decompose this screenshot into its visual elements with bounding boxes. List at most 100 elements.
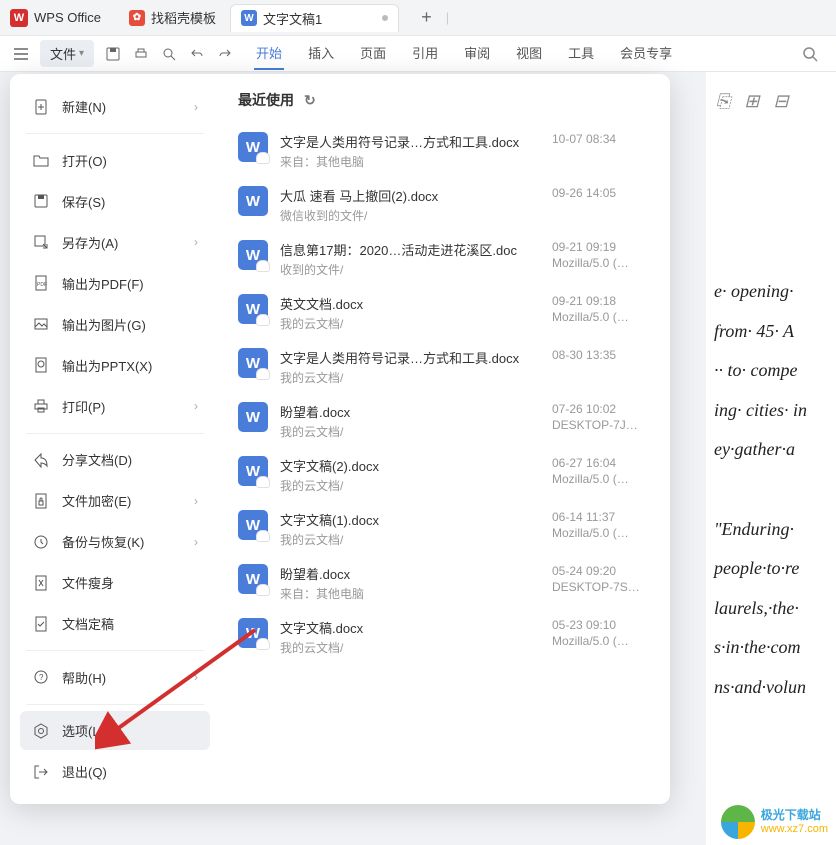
recent-file-item[interactable]: W盼望着.docx我的云文档/07-26 10:02DESKTOP-7J… [238, 394, 652, 448]
file-menu-item-pptx[interactable]: 输出为PPTX(X) [20, 346, 210, 385]
word-file-icon: W [238, 510, 268, 540]
file-menu-item-exit[interactable]: 退出(Q) [20, 752, 210, 791]
file-time: 06-27 16:04 [552, 456, 652, 470]
document-text-line: from· 45· A [714, 312, 836, 352]
file-menu-item-save[interactable]: 保存(S) [20, 182, 210, 221]
redo-icon[interactable] [216, 45, 234, 63]
file-time: 07-26 10:02 [552, 402, 652, 416]
ribbon-tab-1[interactable]: 插入 [306, 37, 336, 70]
menu-item-label: 文件瘦身 [62, 573, 114, 592]
chevron-down-icon: ▾ [79, 48, 84, 59]
ribbon-tab-4[interactable]: 审阅 [462, 37, 492, 70]
print-quick-icon[interactable] [132, 45, 150, 63]
chevron-right-icon: › [194, 494, 198, 508]
svg-text:?: ? [39, 673, 44, 682]
undo-icon[interactable] [188, 45, 206, 63]
file-menu-item-new[interactable]: 新建(N)› [20, 87, 210, 126]
file-device: Mozilla/5.0 (… [552, 634, 652, 648]
ribbon-tab-7[interactable]: 会员专享 [618, 37, 674, 70]
recent-file-item[interactable]: W信息第17期：2020…活动走进花溪区.doc收到的文件/09-21 09:1… [238, 232, 652, 286]
ruler-icons: ⎘⊞⊟ [706, 82, 836, 106]
menu-item-label: 输出为图片(G) [62, 315, 146, 334]
file-menu-item-image[interactable]: 输出为图片(G) [20, 305, 210, 344]
file-menu-item-open[interactable]: 打开(O) [20, 141, 210, 180]
ribbon-tab-5[interactable]: 视图 [514, 37, 544, 70]
file-menu-item-encrypt[interactable]: 文件加密(E)› [20, 481, 210, 520]
word-file-icon: W [238, 186, 268, 216]
file-menu-item-print[interactable]: 打印(P)› [20, 387, 210, 426]
file-name: 大瓜 速看 马上撤回(2).docx [280, 186, 552, 205]
file-device: Mozilla/5.0 (… [552, 526, 652, 540]
file-menu-item-slim[interactable]: 文件瘦身 [20, 563, 210, 602]
folder-open-icon [32, 151, 50, 169]
recent-files-pane: 最近使用 ↻ W文字是人类用符号记录…方式和工具.docx来自：其他电脑10-0… [220, 74, 670, 804]
file-name: 英文文档.docx [280, 294, 552, 313]
document-text-line: "Enduring· [714, 510, 836, 550]
file-menu-item-backup[interactable]: 备份与恢复(K)› [20, 522, 210, 561]
template-icon: ✿ [129, 10, 145, 26]
pptx-export-icon [32, 356, 50, 374]
preview-quick-icon[interactable] [160, 45, 178, 63]
ribbon-tab-6[interactable]: 工具 [566, 37, 596, 70]
file-time: 09-21 09:19 [552, 240, 652, 254]
gear-hex-icon [32, 722, 50, 740]
recent-file-item[interactable]: W文字文稿(2).docx我的云文档/06-27 16:04Mozilla/5.… [238, 448, 652, 502]
title-bar: W WPS Office ✿ 找稻壳模板 W 文字文稿1 + | [0, 0, 836, 36]
document-text-line: ·· to· compe [714, 351, 836, 391]
menu-item-label: 另存为(A) [62, 233, 118, 252]
file-source: 我的云文档/ [280, 423, 552, 440]
hamburger-icon[interactable] [8, 44, 34, 64]
file-name: 盼望着.docx [280, 402, 552, 421]
logout-icon [32, 763, 50, 781]
ribbon-tab-0[interactable]: 开始 [254, 37, 284, 70]
file-menu-item-pdf[interactable]: PDF输出为PDF(F) [20, 264, 210, 303]
printer-icon [32, 397, 50, 415]
refresh-icon[interactable]: ↻ [304, 92, 316, 109]
file-device: DESKTOP-7S… [552, 580, 652, 594]
word-file-icon: W [238, 456, 268, 486]
recent-file-item[interactable]: W文字是人类用符号记录…方式和工具.docx我的云文档/08-30 13:35 [238, 340, 652, 394]
word-file-icon: W [238, 294, 268, 324]
document-text-line: ing· cities· in [714, 391, 836, 431]
file-menu-panel: 新建(N)›打开(O)保存(S)另存为(A)›PDF输出为PDF(F)输出为图片… [10, 74, 670, 804]
image-export-icon [32, 315, 50, 333]
file-menu-list: 新建(N)›打开(O)保存(S)另存为(A)›PDF输出为PDF(F)输出为图片… [10, 74, 220, 804]
word-file-icon: W [238, 240, 268, 270]
file-time: 09-26 14:05 [552, 186, 652, 200]
recent-file-item[interactable]: W文字文稿.docx我的云文档/05-23 09:10Mozilla/5.0 (… [238, 610, 652, 664]
tab-templates[interactable]: ✿ 找稻壳模板 [119, 4, 226, 32]
add-tab-button[interactable]: + [413, 7, 440, 28]
recent-file-item[interactable]: W文字是人类用符号记录…方式和工具.docx来自：其他电脑10-07 08:34 [238, 124, 652, 178]
recent-file-item[interactable]: W英文文档.docx我的云文档/09-21 09:18Mozilla/5.0 (… [238, 286, 652, 340]
recent-file-item[interactable]: W盼望着.docx来自：其他电脑05-24 09:20DESKTOP-7S… [238, 556, 652, 610]
file-name: 信息第17期：2020…活动走进花溪区.doc [280, 240, 552, 259]
question-circle-icon: ? [32, 668, 50, 686]
ribbon-tab-2[interactable]: 页面 [358, 37, 388, 70]
chevron-right-icon: › [194, 670, 198, 684]
file-source: 我的云文档/ [280, 315, 552, 332]
menu-item-label: 选项(L) [62, 721, 104, 740]
floppy-arrow-icon [32, 233, 50, 251]
share-icon [32, 451, 50, 469]
document-text-line: ey·gather·a [714, 430, 836, 470]
clock-restore-icon [32, 533, 50, 551]
file-time: 08-30 13:35 [552, 348, 652, 362]
watermark-logo-icon [721, 805, 755, 839]
menu-separator [26, 704, 204, 705]
document-text-line: s·in·the·com [714, 628, 836, 668]
recent-file-item[interactable]: W文字文稿(1).docx我的云文档/06-14 11:37Mozilla/5.… [238, 502, 652, 556]
file-menu-item-finalize[interactable]: 文档定稿 [20, 604, 210, 643]
save-quick-icon[interactable] [104, 45, 122, 63]
file-menu-item-saveas[interactable]: 另存为(A)› [20, 223, 210, 262]
file-name: 文字文稿(2).docx [280, 456, 552, 475]
search-icon[interactable] [792, 46, 828, 62]
tab-document[interactable]: W 文字文稿1 [230, 4, 399, 32]
file-source: 微信收到的文件/ [280, 207, 552, 224]
recent-file-item[interactable]: W 大瓜 速看 马上撤回(2).docx 微信收到的文件/09-26 14:05 [238, 178, 652, 232]
file-menu-item-options[interactable]: 选项(L) [20, 711, 210, 750]
file-menu-button[interactable]: 文件 ▾ [40, 40, 94, 67]
file-menu-item-share[interactable]: 分享文档(D) [20, 440, 210, 479]
menu-item-label: 输出为PPTX(X) [62, 356, 152, 375]
file-menu-item-help[interactable]: ?帮助(H)› [20, 658, 210, 697]
ribbon-tab-3[interactable]: 引用 [410, 37, 440, 70]
